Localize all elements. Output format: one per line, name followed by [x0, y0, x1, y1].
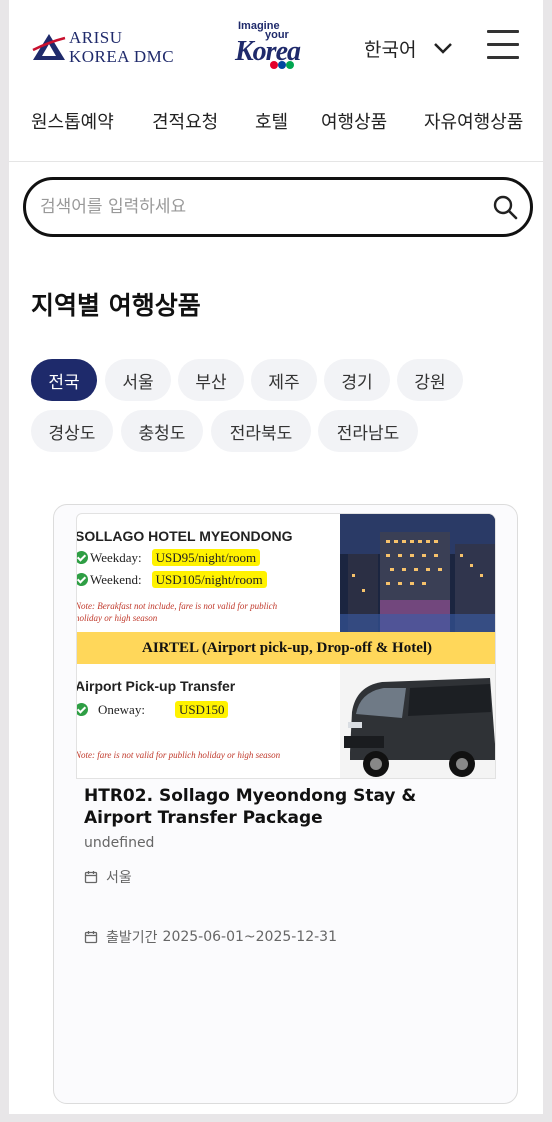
arisu-mark-icon: [32, 34, 66, 60]
product-period-row: 출발기간 2025-06-01~2025-12-31: [84, 927, 337, 947]
language-selector[interactable]: 한국어: [364, 34, 454, 62]
arisu-logo[interactable]: ARISU KOREA DMC: [31, 26, 191, 70]
thumb-oneway-row: Oneway: USD150: [77, 701, 229, 718]
menu-bar: [487, 30, 519, 33]
section-title: 지역별 여행상품: [31, 291, 201, 320]
thumb-transfer-note: Note: fare is not valid for publich holi…: [76, 750, 281, 760]
thumb-hotel-note-2: holiday or high season: [76, 613, 158, 623]
region-chip-nationwide[interactable]: 전국: [31, 359, 97, 401]
region-chip-jeonbuk[interactable]: 전라북도: [211, 410, 311, 452]
search-input[interactable]: [40, 180, 470, 234]
thumb-oneway-label: Oneway:: [98, 702, 145, 717]
hamburger-menu-button[interactable]: [487, 30, 521, 62]
language-label: 한국어: [364, 38, 417, 61]
region-chip-jeju[interactable]: 제주: [251, 359, 317, 401]
region-chip-gangwon[interactable]: 강원: [397, 359, 463, 401]
product-period-label: 출발기간: [106, 930, 158, 946]
nav-item-onestop-booking[interactable]: 원스톱예약: [31, 108, 114, 134]
search-icon[interactable]: [492, 194, 518, 220]
logo-line1: ARISU: [69, 28, 123, 47]
check-icon: [77, 551, 88, 564]
thumb-weekday-label: Weekday:: [90, 550, 142, 565]
region-chip-seoul[interactable]: 서울: [105, 359, 171, 401]
main-nav: 원스톱예약 견적요청 호텔 여행상품 자유여행상품: [9, 96, 543, 162]
product-region: 서울: [106, 870, 132, 886]
product-region-row: 서울: [84, 867, 132, 887]
region-chip-jeonnam[interactable]: 전라남도: [318, 410, 418, 452]
menu-bar: [487, 56, 519, 59]
header: ARISU KOREA DMC Imagine your Korea 한국어: [9, 0, 543, 96]
thumb-weekday-price: USD95/night/room: [151, 549, 261, 566]
thumb-weekend-label: Weekend:: [90, 572, 142, 587]
thumb-hotel-note-1: Note: Berakfast not include, fare is not…: [76, 601, 278, 611]
van-photo: [340, 664, 495, 778]
product-title[interactable]: HTR02. Sollago Myeondong Stay & Airport …: [84, 785, 484, 829]
region-chip-busan[interactable]: 부산: [178, 359, 244, 401]
nav-item-hotel[interactable]: 호텔: [255, 108, 288, 134]
chevron-down-icon: [434, 43, 453, 54]
check-icon: [77, 703, 88, 716]
thumb-banner: AIRTEL (Airport pick-up, Drop-off & Hote…: [77, 632, 495, 664]
product-card[interactable]: SOLLAGO HOTEL MYEONDONG Weekday: USD95/ni…: [53, 504, 518, 1104]
page: ARISU KOREA DMC Imagine your Korea 한국어 원…: [9, 0, 543, 1114]
product-subtitle: undefined: [84, 835, 155, 851]
thumb-weekend-price: USD105/night/room: [151, 571, 267, 588]
hotel-photo: [340, 514, 495, 632]
imagine-your-korea-logo[interactable]: Imagine your Korea: [235, 20, 315, 74]
check-icon: [77, 573, 88, 586]
search-bar: [23, 177, 533, 237]
product-thumbnail[interactable]: SOLLAGO HOTEL MYEONDONG Weekday: USD95/ni…: [76, 513, 496, 779]
product-period: 2025-06-01~2025-12-31: [162, 929, 337, 945]
nav-item-free-travel[interactable]: 자유여행상품: [424, 108, 523, 134]
calendar-icon: [84, 931, 98, 944]
thumb-weekend-row: Weekend: USD105/night/room: [77, 571, 267, 588]
calendar-icon: [84, 871, 98, 884]
region-chip-chungcheong[interactable]: 충청도: [121, 410, 203, 452]
menu-bar: [487, 43, 519, 46]
region-chip-gyeonggi[interactable]: 경기: [324, 359, 390, 401]
logo-line2: KOREA DMC: [69, 47, 175, 66]
nav-item-tour-products[interactable]: 여행상품: [321, 108, 387, 134]
thumb-hotel-name: SOLLAGO HOTEL MYEONDONG: [76, 528, 293, 544]
thumb-weekday-row: Weekday: USD95/night/room: [77, 549, 261, 566]
korea-logo-swoosh-icon: [270, 61, 294, 69]
thumb-transfer-title: Airport Pick-up Transfer: [76, 678, 236, 694]
thumb-oneway-price: USD150: [174, 701, 229, 718]
nav-item-quote-request[interactable]: 견적요청: [152, 108, 218, 134]
region-chip-gyeongsang[interactable]: 경상도: [31, 410, 113, 452]
